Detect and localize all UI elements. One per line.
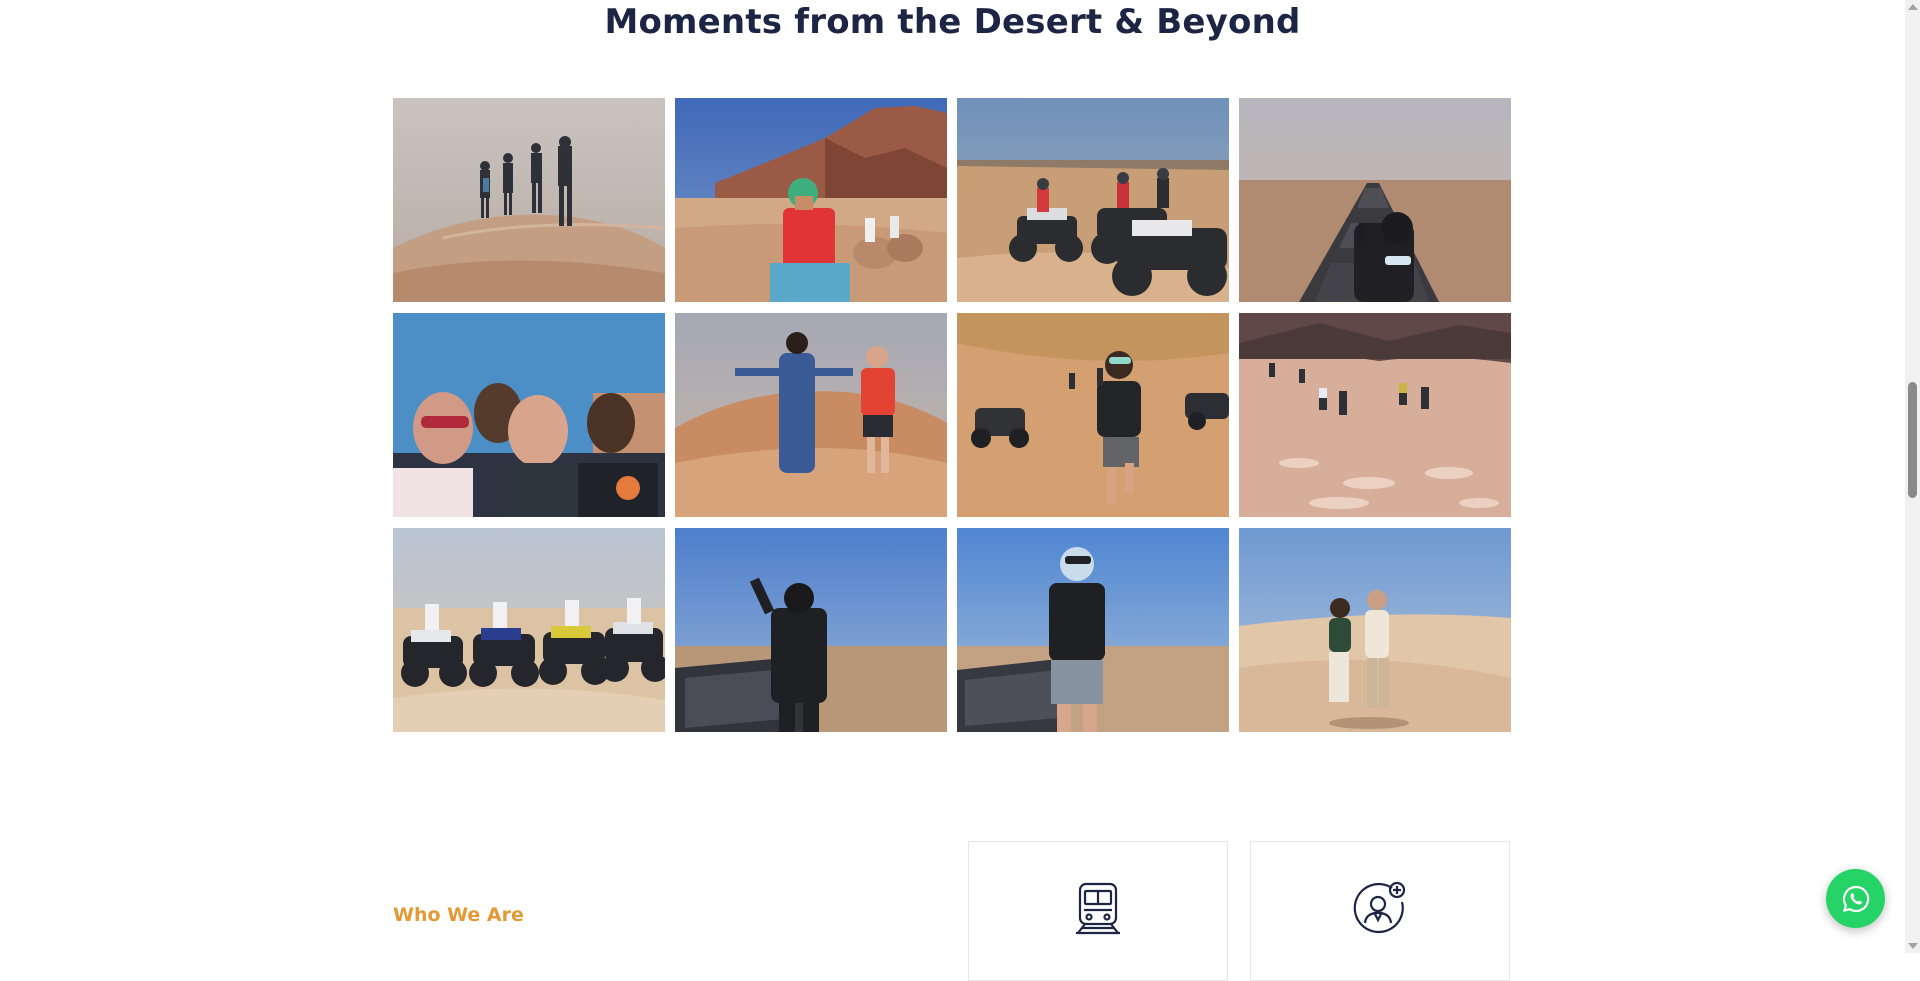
- gallery-photo-dune-dance[interactable]: [1239, 528, 1511, 732]
- gallery-photo-sand-dune-running[interactable]: [1239, 313, 1511, 517]
- scroll-up-arrow-icon[interactable]: [1908, 4, 1918, 10]
- scroll-down-arrow-icon[interactable]: [1908, 943, 1918, 949]
- section-title: Moments from the Desert & Beyond: [604, 2, 1301, 42]
- photo-gallery: [393, 98, 1514, 732]
- feature-card-guide: [1250, 841, 1510, 981]
- scrollbar-thumb[interactable]: [1908, 382, 1917, 498]
- whatsapp-chat-button[interactable]: [1826, 869, 1885, 928]
- who-we-are-eyebrow: Who We Are: [393, 904, 524, 926]
- page-scrollbar[interactable]: [1905, 0, 1920, 953]
- guide-profile-icon: [1353, 881, 1406, 934]
- gallery-photo-group-selfie[interactable]: [393, 313, 665, 517]
- train-icon: [1076, 882, 1120, 935]
- gallery-photo-camel-caravan[interactable]: [675, 98, 947, 302]
- gallery-photo-dune-pose[interactable]: [675, 313, 947, 517]
- whatsapp-icon: [1842, 885, 1869, 912]
- gallery-photo-train-wagon-pose[interactable]: [675, 528, 947, 732]
- feature-card-train: [968, 841, 1228, 981]
- gallery-photo-dune-hikers[interactable]: [393, 98, 665, 302]
- gallery-photo-buggy-dune-run[interactable]: [957, 313, 1229, 517]
- gallery-photo-train-wagon-standing[interactable]: [957, 528, 1229, 732]
- gallery-photo-iron-ore-train-rider[interactable]: [1239, 98, 1511, 302]
- gallery-photo-quad-bike-riders[interactable]: [393, 528, 665, 732]
- gallery-photo-quad-bike-group[interactable]: [957, 98, 1229, 302]
